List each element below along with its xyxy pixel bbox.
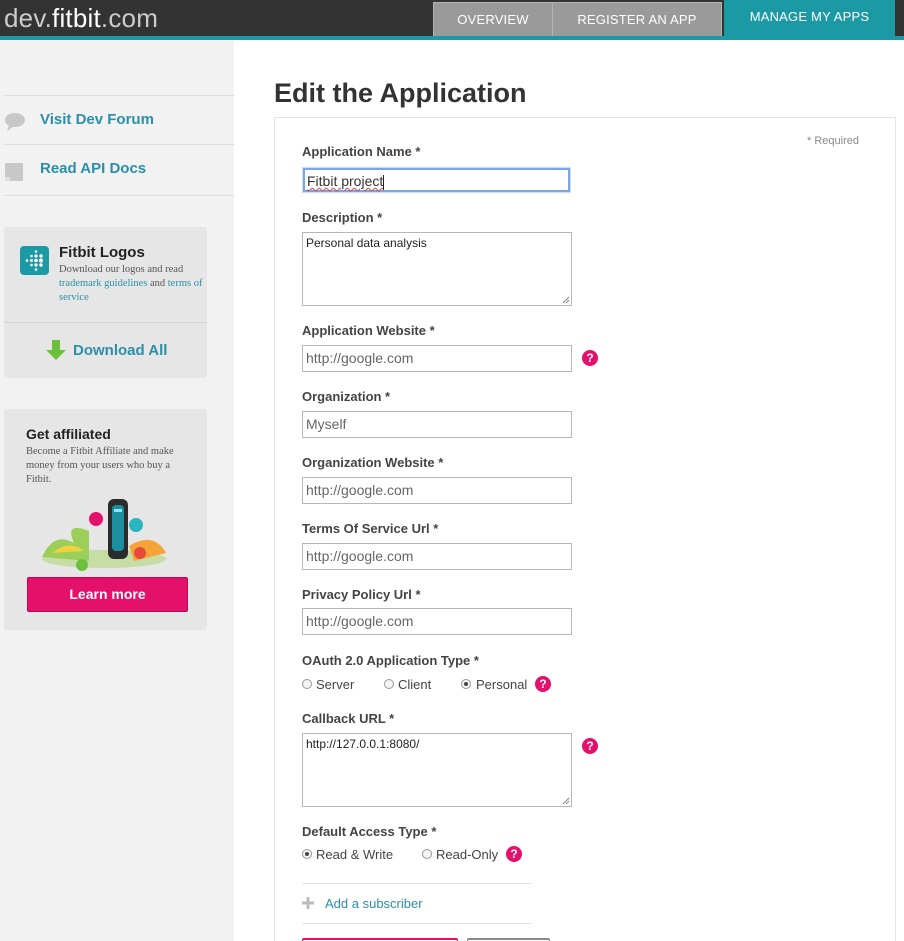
- label-application-website: Application Website *: [302, 323, 435, 338]
- download-all-link[interactable]: Download All: [73, 342, 167, 359]
- top-header: dev.fitbit.com OVERVIEW REGISTER AN APP …: [0, 0, 904, 36]
- affiliate-description: Become a Fitbit Affiliate and make money…: [26, 446, 174, 485]
- trademark-guidelines-link[interactable]: trademark guidelines: [59, 278, 147, 289]
- resize-grip-icon[interactable]: [562, 797, 570, 805]
- page-title: Edit the Application: [274, 78, 527, 108]
- radio-label-client[interactable]: Client: [398, 677, 431, 692]
- label-organization-website: Organization Website *: [302, 455, 444, 470]
- fitbit-logos-title: Fitbit Logos: [59, 244, 145, 261]
- download-arrow-icon: [46, 340, 66, 360]
- card-divider: [4, 322, 207, 323]
- privacy-policy-url-input[interactable]: http://google.com: [302, 608, 572, 635]
- label-terms-of-service-url: Terms Of Service Url *: [302, 521, 439, 536]
- description-textarea[interactable]: Personal data analysis: [302, 232, 572, 306]
- document-icon: [5, 163, 23, 181]
- label-description: Description *: [302, 210, 383, 225]
- subscriber-divider: [302, 923, 532, 924]
- application-name-input[interactable]: Fitbit project: [303, 168, 570, 192]
- radio-server[interactable]: [302, 679, 312, 689]
- label-application-name: Application Name *: [302, 144, 421, 159]
- radio-label-personal[interactable]: Personal: [476, 677, 527, 692]
- help-icon[interactable]: ?: [535, 676, 551, 692]
- subscriber-divider: [302, 883, 532, 884]
- callback-url-textarea[interactable]: http://127.0.0.1:8080/: [302, 733, 572, 807]
- sidebar-divider: [4, 144, 234, 145]
- radio-client[interactable]: [384, 679, 394, 689]
- text-caret: [383, 174, 385, 190]
- radio-label-server[interactable]: Server: [316, 677, 354, 692]
- plus-icon[interactable]: [302, 897, 314, 909]
- tab-manage-my-apps[interactable]: MANAGE MY APPS: [724, 0, 895, 36]
- radio-personal[interactable]: [461, 679, 471, 689]
- help-icon[interactable]: ?: [582, 738, 598, 754]
- sidebar: Visit Dev Forum Read API Docs Fitbit Log…: [0, 40, 234, 941]
- tab-register-an-app[interactable]: REGISTER AN APP: [552, 2, 722, 36]
- speech-bubble-icon: [5, 113, 25, 131]
- dev-fitbit-logo[interactable]: dev.fitbit.com: [4, 3, 158, 33]
- label-callback-url: Callback URL *: [302, 711, 395, 726]
- label-privacy-policy-url: Privacy Policy Url *: [302, 587, 421, 602]
- help-icon[interactable]: ?: [582, 350, 598, 366]
- tab-overview[interactable]: OVERVIEW: [433, 2, 553, 36]
- radio-label-read-only[interactable]: Read-Only: [436, 847, 498, 862]
- fitbit-logo-icon: [20, 246, 49, 275]
- help-icon[interactable]: ?: [506, 846, 522, 862]
- sidebar-divider: [4, 195, 234, 196]
- label-organization: Organization *: [302, 389, 391, 404]
- organization-website-input[interactable]: http://google.com: [302, 477, 572, 504]
- sidebar-link-api-docs[interactable]: Read API Docs: [40, 160, 146, 177]
- fitbit-device-illustration-icon: [42, 499, 166, 571]
- sidebar-divider: [4, 95, 234, 96]
- affiliate-title: Get affiliated: [26, 426, 111, 442]
- sidebar-link-dev-forum[interactable]: Visit Dev Forum: [40, 111, 154, 128]
- add-subscriber-link[interactable]: Add a subscriber: [325, 896, 423, 911]
- organization-input[interactable]: Myself: [302, 411, 572, 438]
- label-oauth-application-type: OAuth 2.0 Application Type *: [302, 653, 479, 668]
- required-note: * Required: [807, 135, 859, 147]
- radio-read-only[interactable]: [422, 849, 432, 859]
- fitbit-logos-description: Download our logos and read trademark gu…: [59, 264, 203, 303]
- radio-read-write[interactable]: [302, 849, 312, 859]
- label-default-access-type: Default Access Type *: [302, 824, 437, 839]
- terms-of-service-url-input[interactable]: http://google.com: [302, 543, 572, 570]
- application-website-input[interactable]: http://google.com: [302, 345, 572, 372]
- learn-more-button[interactable]: Learn more: [27, 577, 188, 612]
- radio-label-read-write[interactable]: Read & Write: [316, 847, 393, 862]
- resize-grip-icon[interactable]: [562, 296, 570, 304]
